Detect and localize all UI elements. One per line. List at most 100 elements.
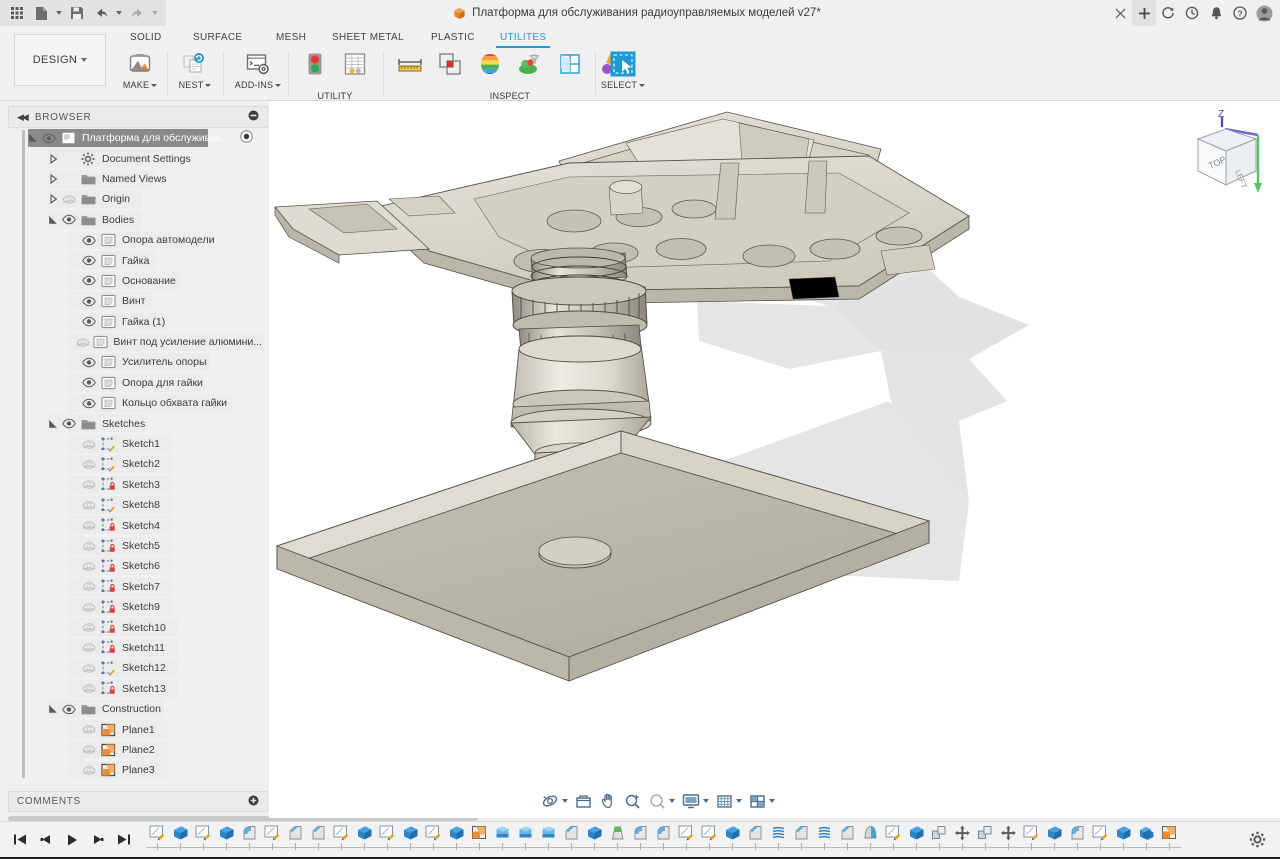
tree-item-4[interactable]: Bodies xyxy=(8,210,268,230)
extrude-feature[interactable] xyxy=(169,822,192,858)
eye-hidden-icon[interactable] xyxy=(80,724,98,735)
tree-item-27[interactable]: Sketch13 xyxy=(8,679,268,699)
extrude-feature[interactable] xyxy=(445,822,468,858)
add-comment-icon[interactable] xyxy=(248,795,259,809)
shell-feature[interactable] xyxy=(537,822,560,858)
eye-hidden-icon[interactable] xyxy=(80,683,98,694)
tab-utilities[interactable]: UTILITES xyxy=(495,32,551,48)
comments-panel-header[interactable]: COMMENTS xyxy=(8,791,268,812)
tree-item-10[interactable]: Винт под усиление алюмини... xyxy=(8,332,268,352)
sketch-feature[interactable] xyxy=(698,822,721,858)
tree-item-9[interactable]: Гайка (1) xyxy=(8,312,268,332)
viewports-icon[interactable] xyxy=(748,790,767,812)
eye-visible-icon[interactable] xyxy=(80,255,98,266)
eye-visible-icon[interactable] xyxy=(80,316,98,327)
pan-icon[interactable] xyxy=(599,790,618,812)
select-button[interactable]: SELECT xyxy=(601,48,646,90)
chamfer-feature[interactable] xyxy=(836,822,859,858)
addins-button[interactable]: ADD-INS xyxy=(230,48,286,90)
make-3d-print-button[interactable]: MAKE xyxy=(120,48,160,90)
redo-icon[interactable] xyxy=(126,2,148,24)
section-analysis-button[interactable] xyxy=(550,48,590,79)
tree-item-13[interactable]: Кольцо обхвата гайки xyxy=(8,393,268,413)
workspace-selector[interactable]: DESIGN xyxy=(14,34,106,86)
look-at-icon[interactable] xyxy=(574,790,593,812)
shell-feature[interactable] xyxy=(491,822,514,858)
tree-item-6[interactable]: Гайка xyxy=(8,250,268,270)
sketch-feature[interactable] xyxy=(376,822,399,858)
display-settings-icon[interactable] xyxy=(681,790,701,812)
sketch-feature[interactable] xyxy=(882,822,905,858)
timeline-go-start-icon[interactable] xyxy=(12,831,28,849)
tree-item-25[interactable]: Sketch11 xyxy=(8,638,268,658)
extrude-feature[interactable] xyxy=(721,822,744,858)
extrude-feature[interactable] xyxy=(1043,822,1066,858)
tree-item-15[interactable]: Sketch1 xyxy=(8,434,268,454)
tab-plastic[interactable]: PLASTIC xyxy=(431,32,475,43)
panel-menu-icon[interactable] xyxy=(248,110,259,124)
eye-hidden-icon[interactable] xyxy=(80,642,98,653)
tree-item-28[interactable]: Construction xyxy=(8,699,268,719)
app-grid-icon[interactable] xyxy=(6,2,28,24)
sketch-feature[interactable] xyxy=(422,822,445,858)
extrude-feature[interactable] xyxy=(215,822,238,858)
tree-item-18[interactable]: Sketch8 xyxy=(8,495,268,515)
zoom-icon[interactable] xyxy=(623,790,642,812)
chevron-right-icon[interactable] xyxy=(46,194,60,205)
collapse-left-icon[interactable]: ◀◀ xyxy=(17,112,29,123)
tree-item-19[interactable]: Sketch4 xyxy=(8,515,268,535)
eye-visible-icon[interactable] xyxy=(80,398,98,409)
tree-item-3[interactable]: Origin xyxy=(8,189,268,209)
eye-hidden-icon[interactable] xyxy=(80,765,98,776)
eye-visible-icon[interactable] xyxy=(60,214,78,225)
eye-visible-icon[interactable] xyxy=(80,357,98,368)
undo-dropdown-icon[interactable] xyxy=(114,2,124,24)
chamfer-feature[interactable] xyxy=(790,822,813,858)
utility-spreadsheet-button[interactable] xyxy=(335,48,375,79)
eye-visible-icon[interactable] xyxy=(60,418,78,429)
eye-visible-icon[interactable] xyxy=(80,377,98,388)
timeline-step-forward-icon[interactable] xyxy=(90,831,106,849)
new-tab-icon[interactable] xyxy=(1132,0,1156,26)
eye-visible-icon[interactable] xyxy=(80,296,98,307)
eye-visible-icon[interactable] xyxy=(60,704,78,715)
extrude-feature[interactable] xyxy=(905,822,928,858)
move-copy-feature[interactable] xyxy=(974,822,997,858)
eye-hidden-icon[interactable] xyxy=(80,622,98,633)
chevron-down-icon[interactable] xyxy=(46,704,60,714)
refresh-icon[interactable] xyxy=(1156,0,1180,26)
tree-item-23[interactable]: Sketch9 xyxy=(8,597,268,617)
chamfer-feature[interactable] xyxy=(307,822,330,858)
thread-feature[interactable] xyxy=(767,822,790,858)
fillet-feature[interactable] xyxy=(629,822,652,858)
tree-item-29[interactable]: Plane1 xyxy=(8,719,268,739)
extrude-feature[interactable] xyxy=(353,822,376,858)
tab-sheet-metal[interactable]: SHEET METAL xyxy=(332,32,404,43)
new-file-dropdown-icon[interactable] xyxy=(54,2,64,24)
chevron-down-icon[interactable] xyxy=(46,419,60,429)
close-tab-icon[interactable] xyxy=(1108,0,1132,26)
eye-hidden-icon[interactable] xyxy=(80,561,98,572)
tree-item-5[interactable]: Опора автомодели xyxy=(8,230,268,250)
eye-hidden-icon[interactable] xyxy=(80,744,98,755)
timeline-play-icon[interactable] xyxy=(64,831,80,849)
chevron-down-icon[interactable] xyxy=(26,133,40,143)
chamfer-feature[interactable] xyxy=(284,822,307,858)
sketch-feature[interactable] xyxy=(192,822,215,858)
notifications-bell-icon[interactable] xyxy=(1204,0,1228,26)
zoom-window-icon[interactable] xyxy=(648,790,667,812)
fillet-feature[interactable] xyxy=(652,822,675,858)
redo-dropdown-icon[interactable] xyxy=(150,2,160,24)
curvature-comb-button[interactable] xyxy=(470,48,510,79)
eye-hidden-icon[interactable] xyxy=(80,541,98,552)
timeline-go-end-icon[interactable] xyxy=(116,831,132,849)
interference-button[interactable] xyxy=(430,48,470,79)
sketch-feature[interactable] xyxy=(146,822,169,858)
chevron-right-icon[interactable] xyxy=(46,173,60,184)
eye-hidden-icon[interactable] xyxy=(60,194,78,205)
tree-item-16[interactable]: Sketch2 xyxy=(8,454,268,474)
construct-plane-feature[interactable] xyxy=(468,822,491,858)
grid-snap-icon[interactable] xyxy=(715,790,734,812)
zoom-window-dropdown-icon[interactable] xyxy=(669,799,675,803)
sketch-feature[interactable] xyxy=(675,822,698,858)
